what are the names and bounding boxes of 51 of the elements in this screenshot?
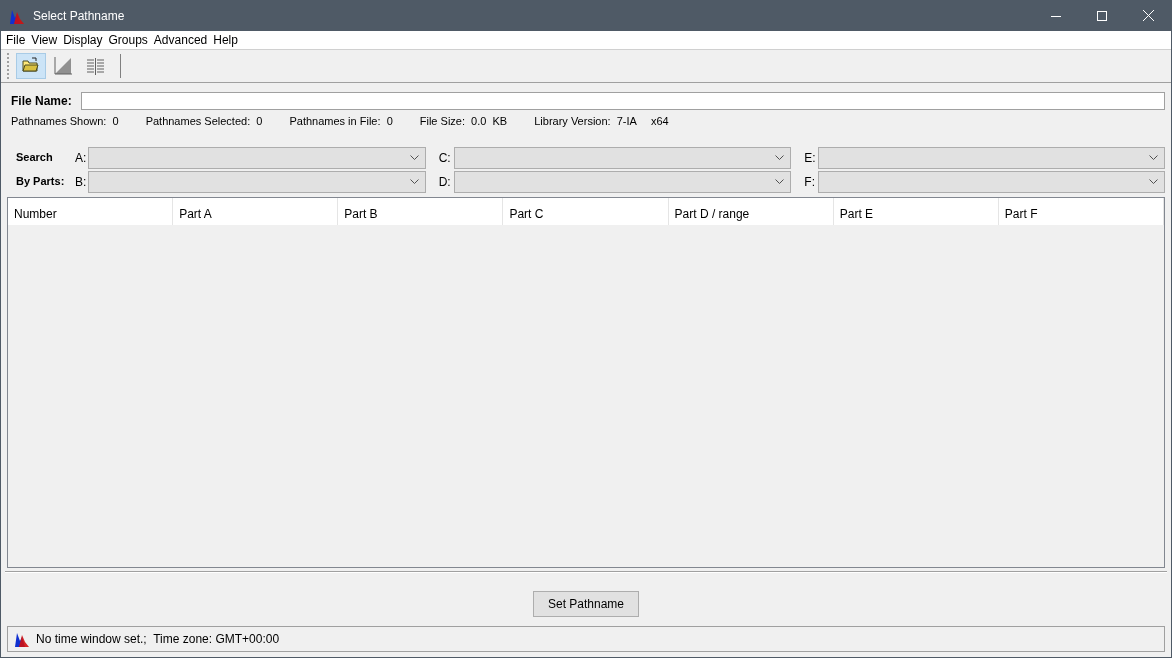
status-text: No time window set.; Time zone: GMT+00:00 xyxy=(36,631,280,648)
menu-item[interactable]: Groups xyxy=(105,31,151,49)
part-label: B: xyxy=(74,173,88,191)
column-header[interactable]: Part E xyxy=(833,197,999,225)
maximize-icon xyxy=(1097,10,1107,21)
column-header[interactable]: Number xyxy=(8,197,174,225)
toolbar-button[interactable] xyxy=(16,53,46,79)
column-header[interactable]: Part C xyxy=(503,197,669,225)
text-columns-icon xyxy=(85,57,105,75)
menu-item[interactable]: Display xyxy=(60,31,106,49)
stat-text: Library Version: 7-IA xyxy=(534,114,637,129)
column-header[interactable]: Part A xyxy=(173,197,339,225)
part-dropdown[interactable] xyxy=(453,170,792,193)
close-icon xyxy=(1142,10,1154,21)
caret-icon xyxy=(775,154,785,161)
part-dropdown[interactable] xyxy=(453,146,792,169)
caret-icon xyxy=(775,178,785,185)
part-label: C: xyxy=(437,149,452,167)
part-dropdown[interactable] xyxy=(818,170,1165,193)
search-label: Search xyxy=(15,150,54,166)
column-header[interactable]: Part D / range xyxy=(668,197,834,225)
part-label: F: xyxy=(803,173,816,191)
part-label: A: xyxy=(74,149,88,167)
search-label: By Parts: xyxy=(15,174,66,190)
part-label: D: xyxy=(437,173,452,191)
stat-text: x64 xyxy=(650,114,669,129)
window-title: Select Pathname xyxy=(33,7,125,25)
part-dropdown[interactable] xyxy=(88,146,426,169)
status-logo-icon xyxy=(14,631,30,647)
caret-icon xyxy=(1149,178,1158,185)
set-pathname-button[interactable]: Set Pathname xyxy=(532,591,640,617)
part-dropdown[interactable] xyxy=(818,146,1165,169)
column-header[interactable]: Part F xyxy=(998,197,1164,225)
caret-icon xyxy=(409,178,419,185)
stat-text: Pathnames Selected: 0 xyxy=(145,114,263,129)
caret-icon xyxy=(1149,154,1158,161)
ramp-chart-icon xyxy=(53,57,73,75)
stat-text: File Size: 0.0 KB xyxy=(419,114,508,129)
menu-item[interactable]: View xyxy=(28,31,61,49)
part-label: E: xyxy=(803,149,817,167)
menu-item[interactable]: File xyxy=(3,31,29,49)
file-name-field[interactable] xyxy=(80,92,1165,110)
column-header[interactable]: Part B xyxy=(338,197,504,225)
caret-icon xyxy=(409,154,419,161)
menu-item[interactable]: Help xyxy=(210,31,241,49)
stat-text: Pathnames Shown: 0 xyxy=(11,114,119,129)
menu-item[interactable]: Advanced xyxy=(150,31,211,49)
field-label: File Name: xyxy=(11,93,72,110)
stat-text: Pathnames in File: 0 xyxy=(289,114,393,129)
part-dropdown[interactable] xyxy=(88,170,426,193)
folder-icon xyxy=(21,57,41,75)
